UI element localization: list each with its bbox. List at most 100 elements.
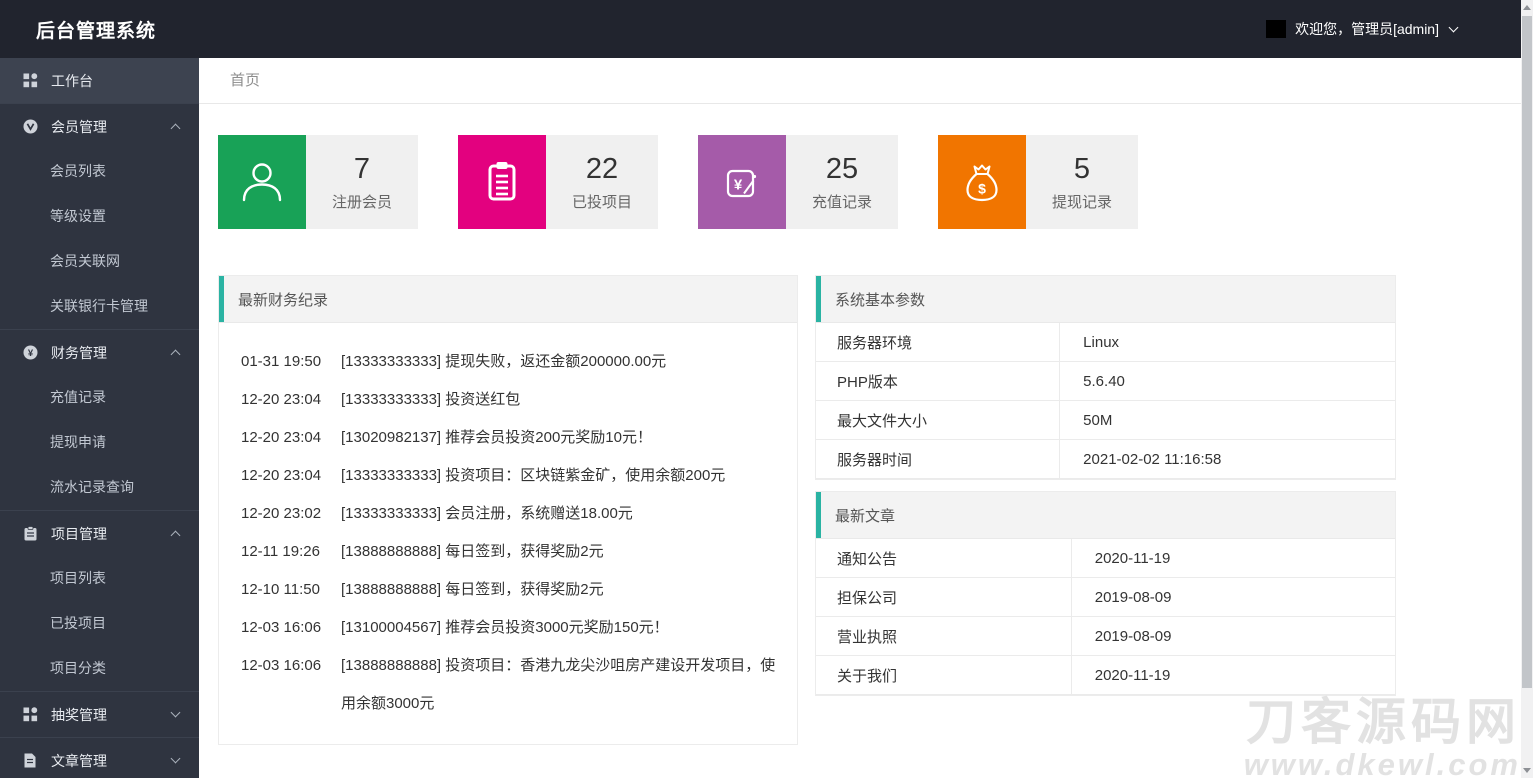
stat-card-info: 5 提现记录: [1026, 135, 1138, 229]
finance-record: 12-20 23:02 [13333333333] 会员注册，系统赠送18.00元: [241, 495, 777, 533]
accent-bar: [816, 276, 821, 322]
svg-text:$: $: [978, 181, 986, 197]
table-row: 服务器时间 2021-02-02 11:16:58: [816, 440, 1395, 479]
system-params-panel-header: 系统基本参数: [816, 276, 1395, 323]
record-time: 12-20 23:02: [241, 505, 322, 522]
stat-card-info: 22 已投项目: [546, 135, 658, 229]
vertical-scrollbar[interactable]: [1521, 0, 1533, 778]
scrollbar-thumb[interactable]: [1522, 16, 1532, 688]
param-label: PHP版本: [837, 373, 898, 391]
chevron-up-icon: [170, 530, 181, 541]
sidebar-group-workbench: 工作台: [0, 58, 199, 103]
finance-record: 12-03 16:06 [13888888888] 投资项目：香港九龙尖沙咀房产建…: [241, 647, 777, 723]
sidebar-item-project-management[interactable]: 项目管理: [0, 511, 199, 556]
record-time: 01-31 19:50: [241, 353, 322, 370]
finance-records-list: 01-31 19:50 [13333333333] 提现失败，返还金额200000…: [219, 323, 797, 723]
finance-records-panel: 最新财务纪录 01-31 19:50 [13333333333] 提现失败，返还金…: [218, 275, 798, 745]
sidebar-subitem-project-list[interactable]: 项目列表: [0, 556, 199, 601]
record-text: [13888888888] 每日签到，获得奖励2元: [341, 581, 604, 598]
record-text: [13888888888] 投资项目：香港九龙尖沙咀房产建设开发项目，使用余额3…: [341, 657, 776, 712]
top-bar: 后台管理系统 欢迎您，管理员[admin]: [0, 0, 1521, 58]
stat-label: 注册会员: [331, 193, 392, 211]
param-value: Linux: [1059, 323, 1395, 361]
stat-value: 25: [825, 152, 859, 185]
sidebar-item-label: 抽奖管理: [51, 706, 107, 723]
param-label: 服务器时间: [837, 451, 913, 469]
sidebar-item-lottery-management[interactable]: 抽奖管理: [0, 692, 199, 737]
stat-label: 提现记录: [1051, 193, 1112, 211]
finance-records-panel-header: 最新财务纪录: [219, 276, 797, 323]
stat-card-withdrawal-records[interactable]: $ 5 提现记录: [938, 135, 1138, 229]
stat-cards: 7 注册会员 22 已投项目 ¥ 25 充值记录 $ 5 提现记录: [218, 135, 1138, 229]
stat-card-registered-members[interactable]: 7 注册会员: [218, 135, 418, 229]
param-label: 服务器环境: [837, 334, 913, 352]
record-time: 12-10 11:50: [241, 581, 320, 598]
article-title[interactable]: 担保公司: [816, 578, 1071, 616]
app-title: 后台管理系统: [36, 20, 157, 42]
sidebar-item-member-management[interactable]: 会员管理: [0, 104, 199, 149]
table-row: 服务器环境 Linux: [816, 323, 1395, 362]
scroll-down-arrow-icon[interactable]: [1523, 768, 1531, 773]
sidebar-subitem-bank-card-management[interactable]: 关联银行卡管理: [0, 284, 199, 329]
article-date: 2020-11-19: [1070, 539, 1395, 577]
stat-card-recharge-records[interactable]: ¥ 25 充值记录: [698, 135, 898, 229]
admin-dashboard-page: 后台管理系统 欢迎您，管理员[admin] 工作台 会员管理 会员列表 等级设置…: [0, 0, 1533, 778]
accent-bar: [816, 492, 821, 538]
finance-record: 12-03 16:06 [13100004567] 推荐会员投资3000元奖励15…: [241, 609, 777, 647]
sidebar-item-finance-management[interactable]: ¥ 财务管理: [0, 330, 199, 375]
sidebar-subitem-member-list[interactable]: 会员列表: [0, 149, 199, 194]
article-title[interactable]: 营业执照: [816, 617, 1071, 655]
table-row: 营业执照 2019-08-09: [816, 617, 1395, 656]
table-row: 最大文件大小 50M: [816, 401, 1395, 440]
record-time: 12-20 23:04: [241, 429, 322, 446]
record-text: [13100004567] 推荐会员投资3000元奖励150元！: [341, 619, 669, 636]
finance-record: 12-10 11:50 [13888888888] 每日签到，获得奖励2元: [241, 571, 777, 609]
latest-articles-panel: 最新文章 通知公告 2020-11-19 担保公司 2019-08-09 营业执照 2…: [815, 491, 1396, 696]
yen-card-icon: ¥: [698, 135, 786, 229]
chevron-down-icon: [170, 707, 181, 718]
grid-icon: [22, 707, 38, 722]
welcome-text: 欢迎您，管理员[admin]: [1295, 21, 1439, 37]
clipboard-icon: [458, 135, 546, 229]
breadcrumb: 首页: [199, 58, 1521, 104]
money-bag-icon: $: [938, 135, 1026, 229]
record-time: 12-20 23:04: [241, 391, 322, 408]
svg-text:¥: ¥: [27, 348, 33, 359]
article-title[interactable]: 通知公告: [816, 539, 1071, 577]
article-title[interactable]: 关于我们: [816, 656, 1071, 694]
stat-card-info: 25 充值记录: [786, 135, 898, 229]
finance-record: 12-20 23:04 [13333333333] 投资项目：区块链紫金矿，使用余…: [241, 457, 777, 495]
record-text: [13333333333] 投资项目：区块链紫金矿，使用余额200元: [341, 467, 726, 484]
sidebar-subitem-level-settings[interactable]: 等级设置: [0, 194, 199, 239]
sidebar-subitem-invested-projects[interactable]: 已投项目: [0, 601, 199, 646]
finance-record: 12-11 19:26 [13888888888] 每日签到，获得奖励2元: [241, 533, 777, 571]
sidebar-group-project-management: 项目管理 项目列表 已投项目 项目分类: [0, 510, 199, 691]
sidebar-subitem-project-categories[interactable]: 项目分类: [0, 646, 199, 691]
grid-icon: [22, 73, 38, 88]
chevron-up-icon: [170, 349, 181, 360]
sidebar-group-finance-management: ¥ 财务管理 充值记录 提现申请 流水记录查询: [0, 329, 199, 510]
sidebar-item-workbench[interactable]: 工作台: [0, 58, 199, 103]
avatar[interactable]: [1266, 20, 1287, 38]
panel-title: 系统基本参数: [835, 291, 926, 309]
sidebar-subitem-recharge-records[interactable]: 充值记录: [0, 375, 199, 420]
stat-label: 已投项目: [571, 193, 632, 211]
scroll-up-arrow-icon[interactable]: [1523, 5, 1531, 10]
sidebar-subitem-withdrawal-requests[interactable]: 提现申请: [0, 420, 199, 465]
stat-card-invested-projects[interactable]: 22 已投项目: [458, 135, 658, 229]
user-icon: [218, 135, 306, 229]
param-value: 50M: [1059, 401, 1395, 439]
sidebar-item-article-management[interactable]: 文章管理: [0, 738, 199, 778]
sidebar-subitem-member-network[interactable]: 会员关联网: [0, 239, 199, 284]
breadcrumb-home-link[interactable]: 首页: [230, 72, 260, 89]
sidebar-item-label: 项目管理: [51, 525, 107, 542]
user-menu[interactable]: 欢迎您，管理员[admin]: [1266, 19, 1521, 39]
finance-record: 01-31 19:50 [13333333333] 提现失败，返还金额200000…: [241, 343, 777, 381]
stat-label: 充值记录: [811, 193, 872, 211]
sidebar-subitem-transaction-query[interactable]: 流水记录查询: [0, 465, 199, 510]
main-content: 首页 7 注册会员 22 已投项目 ¥ 25 充值记录 $ 5 提现记录 最新财…: [199, 58, 1521, 778]
sidebar-item-label: 文章管理: [51, 752, 107, 769]
yen-circle-icon: ¥: [22, 345, 38, 360]
record-text: [13888888888] 每日签到，获得奖励2元: [341, 543, 604, 560]
sidebar-item-label: 会员管理: [51, 118, 107, 135]
